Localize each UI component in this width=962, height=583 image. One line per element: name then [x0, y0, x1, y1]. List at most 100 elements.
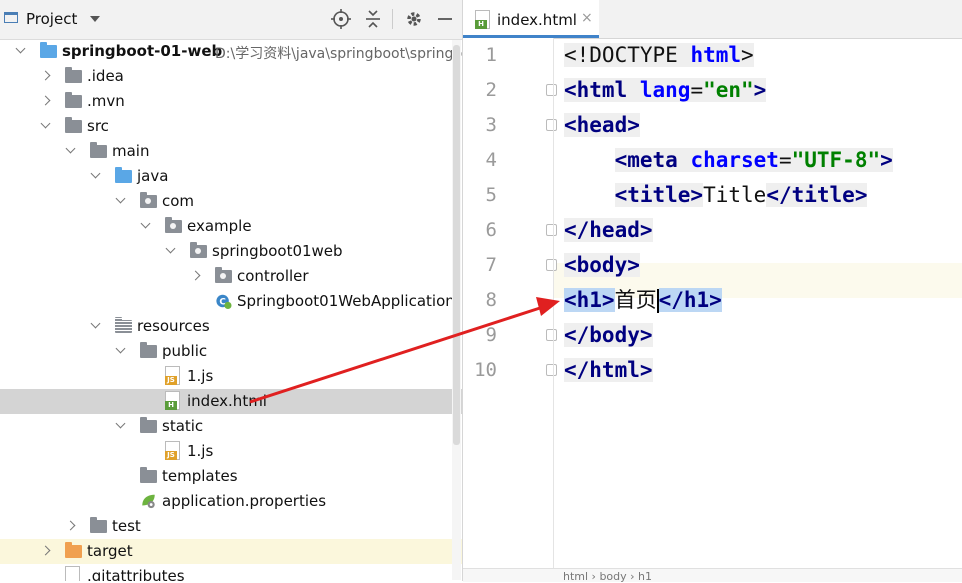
editor-tab-bar: H index.html × — [463, 0, 962, 39]
project-panel-header: Project — [0, 0, 462, 40]
tree-item[interactable]: springboot-01-web D:\学习资料\java\springboot… — [0, 39, 462, 64]
tree-item[interactable]: example — [0, 214, 462, 239]
tree-item-label: templates — [162, 467, 238, 485]
spring-class-icon: C — [216, 294, 232, 309]
module-icon — [40, 42, 57, 58]
collapse-icon[interactable] — [362, 8, 384, 30]
folder-icon — [90, 517, 107, 533]
line-number: 2 — [485, 79, 497, 101]
tree-item[interactable]: controller — [0, 264, 462, 289]
folder-icon — [115, 317, 132, 333]
tree-item-label: public — [162, 342, 208, 360]
tree-item[interactable]: Hindex.html — [0, 389, 462, 414]
line-number: 4 — [485, 149, 497, 171]
folder-icon — [65, 542, 82, 558]
folder-icon — [65, 117, 82, 133]
tree-item-label: .mvn — [87, 92, 125, 110]
tab-index-html[interactable]: H index.html × — [463, 0, 599, 38]
tree-item[interactable]: java — [0, 164, 462, 189]
code-line: <html lang="en"> — [564, 78, 767, 102]
tree-item-label: application.properties — [162, 492, 327, 510]
chevron-down-icon[interactable] — [115, 343, 126, 354]
tree-item[interactable]: target — [0, 539, 462, 564]
tab-label: index.html — [497, 11, 577, 29]
tree-item-label: 1.js — [187, 367, 214, 385]
chevron-down-icon[interactable] — [90, 168, 101, 179]
tree-item-label: resources — [137, 317, 210, 335]
chevron-right-icon[interactable] — [40, 95, 51, 106]
project-panel: Project springboot-01-web D:\学习资料\java\sp… — [0, 0, 463, 581]
tree-item[interactable]: static — [0, 414, 462, 439]
line-number: 7 — [485, 254, 497, 276]
folder-icon — [65, 92, 82, 108]
tree-item-label: target — [87, 542, 133, 560]
tree-item[interactable]: resources — [0, 314, 462, 339]
code-area[interactable]: <!DOCTYPE html> <html lang="en"> <head> <m… — [554, 38, 962, 568]
chevron-down-icon[interactable] — [115, 193, 126, 204]
chevron-right-icon[interactable] — [40, 70, 51, 81]
folder-icon — [115, 167, 132, 183]
crosshair-icon[interactable] — [330, 8, 352, 30]
chevron-down-icon[interactable] — [140, 218, 151, 229]
tree-item-label: controller — [237, 267, 309, 285]
line-number: 5 — [485, 184, 497, 206]
code-line: </body> — [564, 323, 653, 347]
tree-item-label: test — [112, 517, 141, 535]
tree-item-label: static — [162, 417, 204, 435]
editor-panel: H index.html × 1 2 3 4 5 6 7 8 9 10 <!DOCTYPE htm… — [463, 0, 962, 583]
tree-item[interactable]: application.properties — [0, 489, 462, 514]
tree-item[interactable]: JS 1.js — [0, 364, 462, 389]
tree-item[interactable]: C Springboot01WebApplication — [0, 289, 462, 314]
line-number: 3 — [485, 114, 497, 136]
minimize-icon[interactable] — [434, 8, 456, 30]
chevron-right-icon[interactable] — [40, 545, 51, 556]
code-line: <head> — [564, 113, 640, 137]
chevron-right-icon[interactable] — [190, 270, 201, 281]
tree-item[interactable]: .idea — [0, 64, 462, 89]
code-line: <body> — [564, 253, 640, 277]
module-path: D:\学习资料\java\springboot\springbo — [215, 46, 463, 62]
folder-icon — [140, 342, 157, 358]
tree-item[interactable]: src — [0, 114, 462, 139]
chevron-down-icon[interactable] — [90, 318, 101, 329]
tree-item[interactable]: .gitattributes — [0, 564, 462, 581]
chevron-down-icon[interactable] — [40, 118, 51, 129]
folder-icon — [140, 417, 157, 433]
chevron-down-icon[interactable] — [115, 418, 126, 429]
tree-item-label: com — [162, 192, 195, 210]
project-panel-title[interactable]: Project — [26, 10, 77, 28]
tree-item[interactable]: JS 1.js — [0, 439, 462, 464]
code-line: <h1>首页</h1> — [564, 288, 722, 313]
tree-item-label: .idea — [87, 67, 124, 85]
line-number-gutter: 1 2 3 4 5 6 7 8 9 10 — [463, 38, 557, 568]
file-icon — [65, 566, 80, 581]
project-window-icon — [4, 12, 18, 23]
chevron-down-icon[interactable] — [65, 143, 76, 154]
tree-item-label: example — [187, 217, 252, 235]
line-number: 10 — [474, 359, 497, 381]
gear-icon[interactable] — [403, 8, 425, 30]
code-line: </html> — [564, 358, 653, 382]
tree-scrollbar-thumb[interactable] — [453, 45, 460, 445]
tree-item[interactable]: templates — [0, 464, 462, 489]
package-icon — [215, 267, 232, 283]
chevron-down-icon[interactable] — [15, 43, 26, 54]
tree-item[interactable]: springboot01web — [0, 239, 462, 264]
code-line: </head> — [564, 218, 653, 242]
chevron-down-icon[interactable] — [90, 16, 100, 22]
properties-file-icon — [142, 494, 155, 509]
tree-item[interactable]: main — [0, 139, 462, 164]
js-file-icon: JS — [165, 366, 180, 385]
tree-item-label: src — [87, 117, 109, 135]
package-icon — [140, 192, 157, 208]
chevron-down-icon[interactable] — [165, 243, 176, 254]
chevron-right-icon[interactable] — [65, 520, 76, 531]
tree-item[interactable]: com — [0, 189, 462, 214]
close-icon[interactable]: × — [581, 10, 593, 26]
tree-item[interactable]: test — [0, 514, 462, 539]
folder-icon — [65, 67, 82, 83]
tree-item[interactable]: .mvn — [0, 89, 462, 114]
tree-item[interactable]: public — [0, 339, 462, 364]
tree-item-label: java — [137, 167, 169, 185]
tree-item-label: 1.js — [187, 442, 214, 460]
